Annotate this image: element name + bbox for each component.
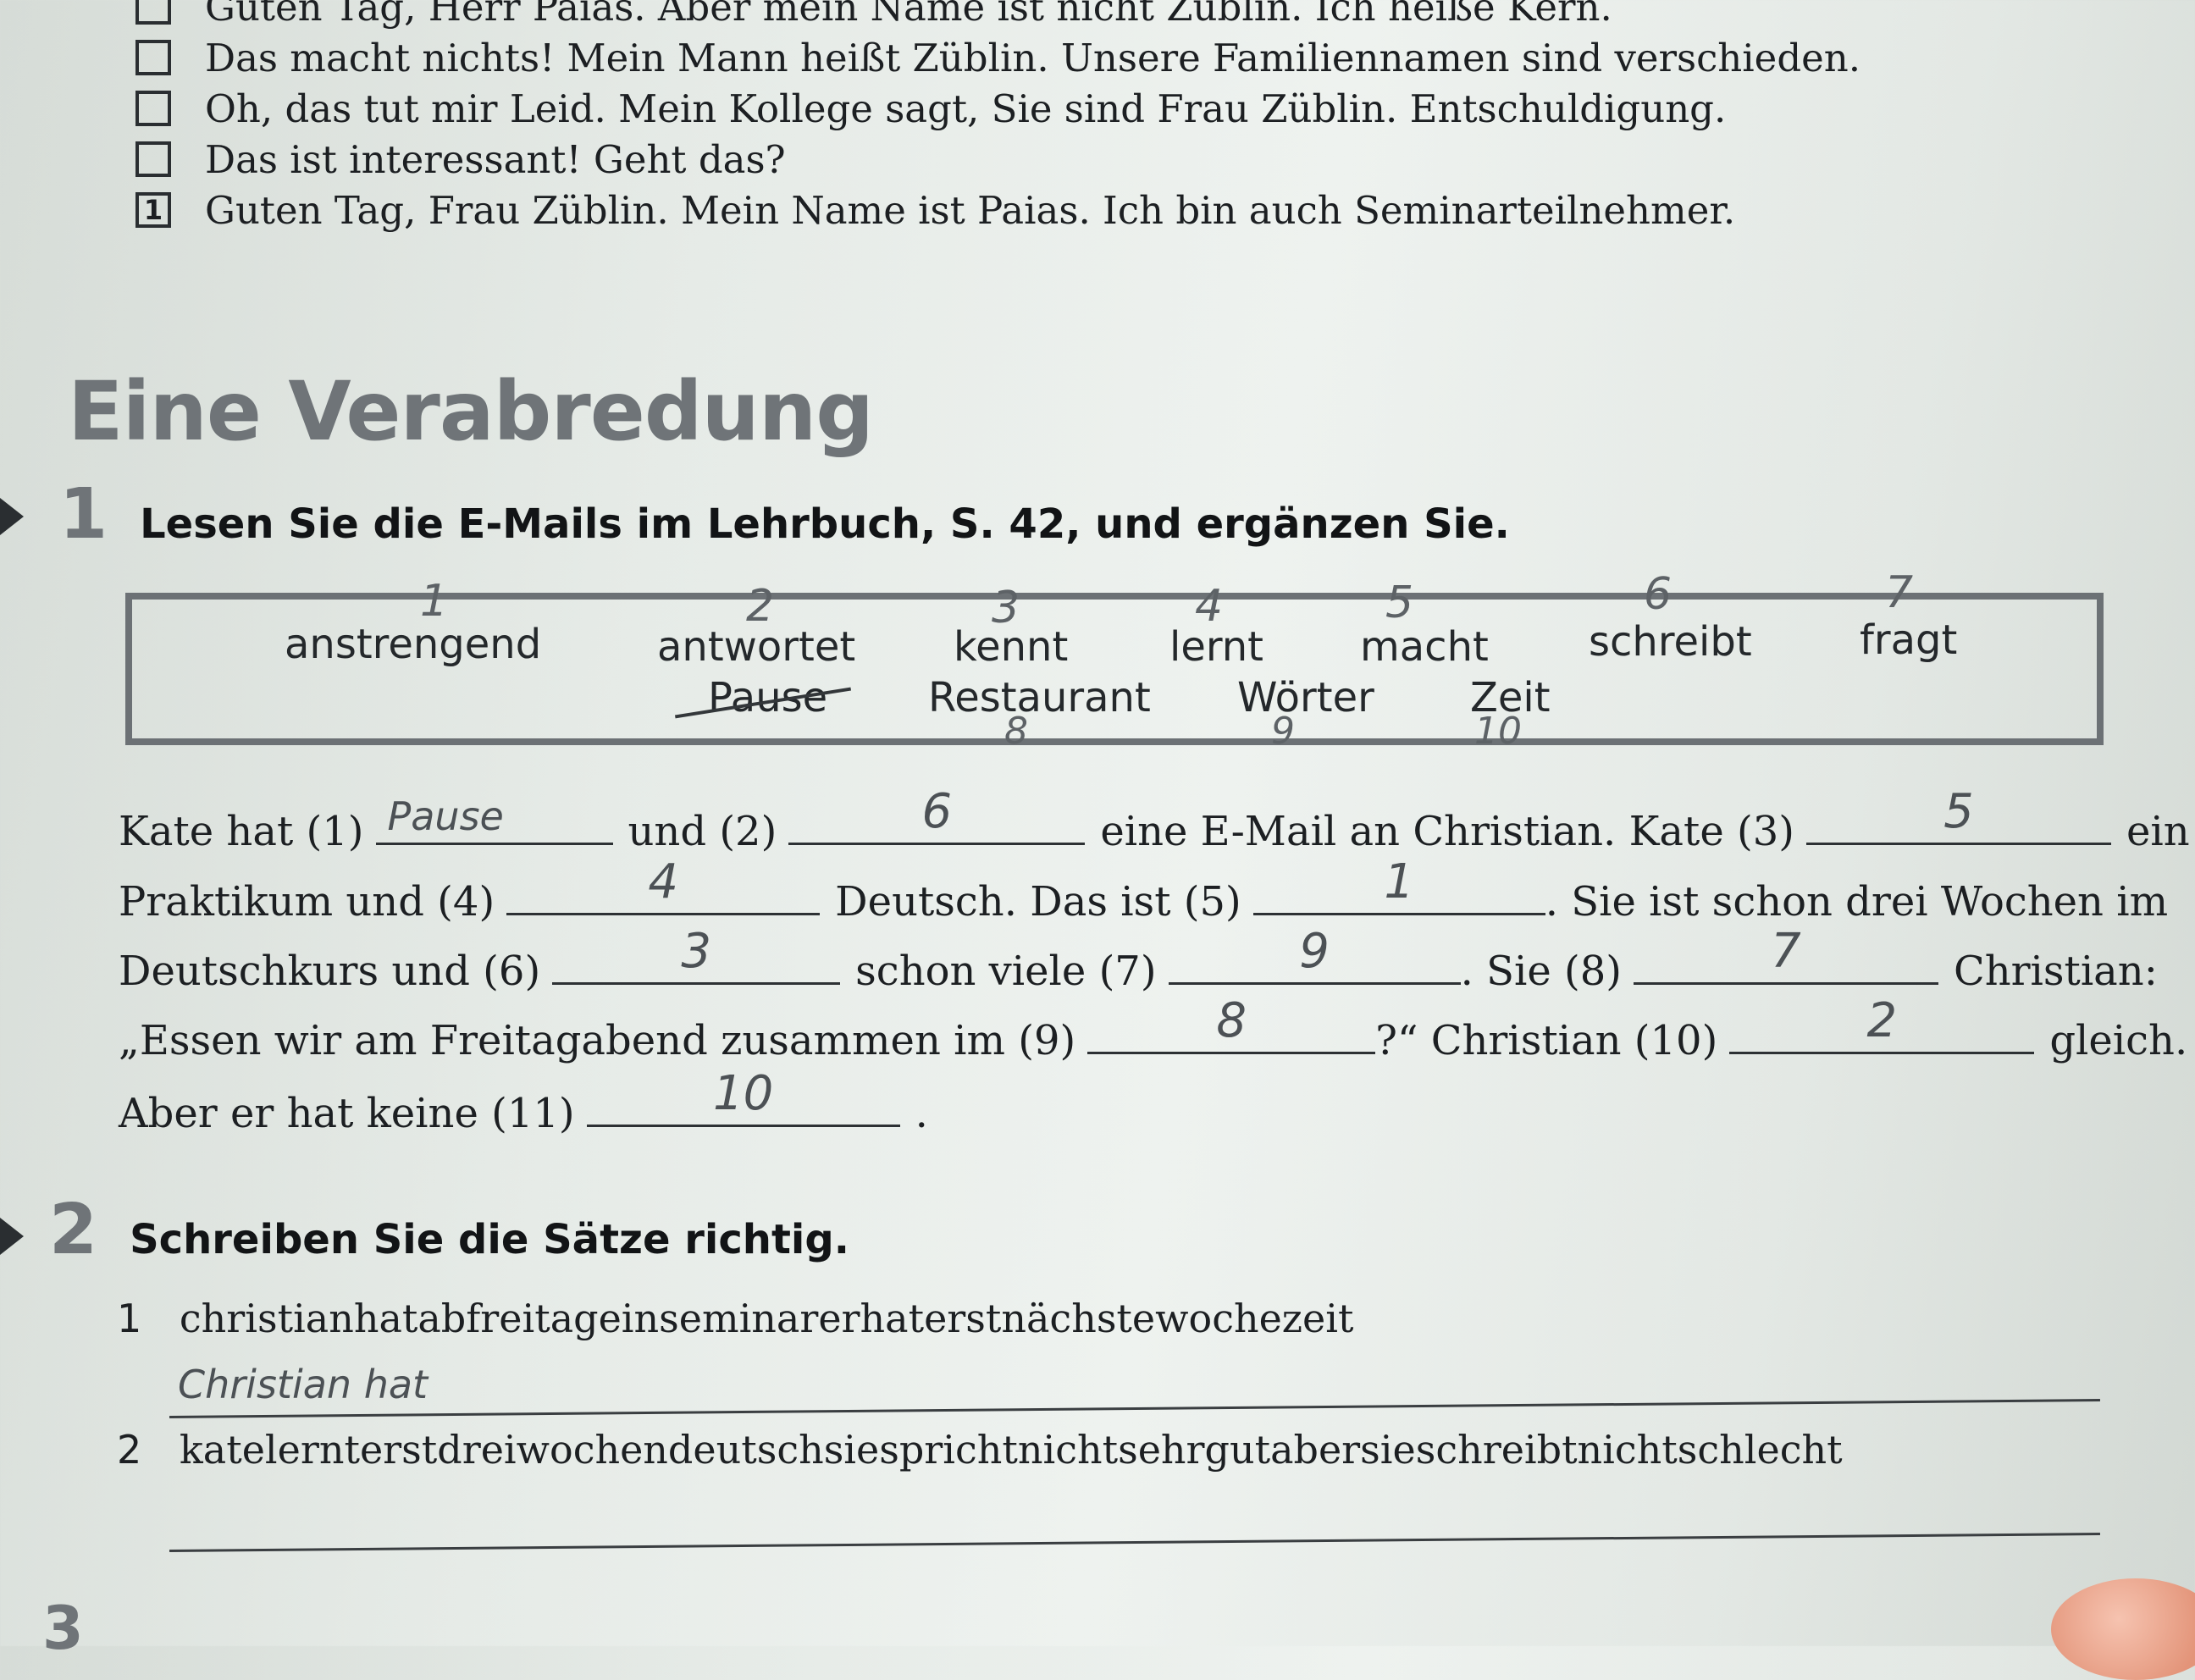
order-checkbox[interactable] [135, 91, 171, 126]
cloze-line: Aber er hat keine (11) 10 . [119, 1066, 928, 1137]
dialogue-text: Das macht nichts! Mein Mann heißt Züblin… [205, 35, 1861, 80]
answer-blank[interactable]: 4 [506, 854, 821, 915]
cloze-text: schon viele (7) [855, 948, 1157, 995]
dialogue-text: Oh, das tut mir Leid. Mein Kollege sagt,… [205, 86, 1727, 131]
dialogue-text: Das ist interessant! Geht das? [205, 136, 786, 182]
exercise-2-header: 2 Schreiben Sie die Sätze richtig. [49, 1190, 849, 1270]
handwritten-answer: Christian hat [178, 1362, 428, 1407]
answer-line[interactable] [169, 1533, 2100, 1552]
handwritten-number: 10 [1474, 710, 1522, 753]
word-option: schreibt [1589, 618, 1752, 666]
word-option-crossed: Pause [708, 674, 828, 721]
word-option: Wörter [1237, 674, 1374, 721]
sentence-item: 1 christianhatabfreitageinseminarerhater… [117, 1296, 1353, 1341]
cloze-text: gleich. [2049, 1017, 2188, 1064]
answer-blank[interactable]: 7 [1633, 924, 1938, 985]
word-option: antwortet [657, 623, 856, 671]
handwritten-number: 8 [1004, 710, 1028, 753]
answer-blank[interactable]: 8 [1087, 993, 1376, 1054]
exercise-instruction: Lesen Sie die E-Mails im Lehrbuch, S. 42… [140, 500, 1510, 548]
dialogue-line: Das ist interessant! Geht das? [135, 134, 1860, 185]
cloze-line: Deutschkurs und (6) 3 schon viele (7) 9 … [119, 924, 2158, 995]
dialogue-line: Das macht nichts! Mein Mann heißt Züblin… [135, 32, 1860, 83]
handwritten-answer: 5 [1943, 784, 1974, 839]
handwritten-answer: 7 [1771, 924, 1801, 979]
sentence-item: 2 katelernterstdreiwochendeutschsiespric… [117, 1427, 1843, 1473]
handwritten-number: 5 [1385, 578, 1414, 628]
cloze-line: „Essen wir am Freitagabend zusammen im (… [119, 993, 2188, 1064]
dialogue-text: Guten Tag, Herr Paias. Aber mein Name is… [205, 0, 1612, 30]
cloze-text: ein [2126, 808, 2190, 855]
cloze-text: . Sie (8) [1460, 948, 1622, 995]
cloze-line: Kate hat (1) Pause und (2) 6 eine E-Mail… [119, 784, 2190, 855]
cloze-text: Christian: [1953, 948, 2158, 995]
word-option: lernt [1169, 623, 1263, 671]
handwritten-answer: 3 [681, 924, 711, 979]
cloze-text: Deutsch. Das ist (5) [835, 878, 1241, 926]
cloze-text: Aber er hat keine (11) [119, 1090, 575, 1137]
word-box: 1 anstrengend 2 antwortet 3 kennt 4 lern… [125, 567, 2104, 753]
finger-image [2051, 1578, 2195, 1680]
order-checkbox[interactable] [135, 40, 171, 75]
exercise-arrow-icon [0, 1218, 24, 1255]
answer-blank[interactable]: 9 [1168, 924, 1461, 985]
answer-blank[interactable]: 2 [1729, 993, 2035, 1054]
cloze-text: und (2) [628, 808, 777, 855]
cloze-text: Kate hat (1) [119, 808, 364, 855]
handwritten-answer: 2 [1866, 993, 1898, 1048]
handwritten-answer: 9 [1299, 924, 1330, 979]
answer-blank[interactable]: 6 [788, 784, 1086, 845]
section-title: Eine Verabredung [68, 364, 874, 459]
answer-blank[interactable]: Pause [375, 793, 613, 845]
answer-blank[interactable]: 3 [552, 924, 841, 985]
cloze-line: Praktikum und (4) 4 Deutsch. Das ist (5)… [119, 854, 2169, 926]
handwritten-answer: 4 [648, 854, 678, 909]
dialogue-line: Oh, das tut mir Leid. Mein Kollege sagt,… [135, 83, 1860, 134]
dialogue-text: Guten Tag, Frau Züblin. Mein Name ist Pa… [205, 187, 1736, 233]
cloze-text: eine E-Mail an Christian. Kate (3) [1100, 808, 1794, 855]
next-exercise-number: 3 [42, 1594, 84, 1663]
exercise-arrow-icon [0, 498, 24, 535]
word-option: fragt [1860, 616, 1958, 664]
handwritten-answer: 6 [921, 784, 953, 839]
handwritten-answer: 10 [713, 1066, 774, 1121]
cloze-text: . [915, 1090, 928, 1137]
exercise-instruction: Schreiben Sie die Sätze richtig. [130, 1216, 849, 1263]
handwritten-answer: Pause [387, 793, 504, 839]
handwritten-number: 7 [1885, 567, 1914, 618]
handwritten-number: 6 [1644, 569, 1673, 620]
word-option: anstrengend [285, 621, 542, 668]
dialogue-line: Guten Tag, Herr Paias. Aber mein Name is… [135, 0, 1860, 32]
word-option: macht [1360, 623, 1489, 671]
workbook-page: Guten Tag, Herr Paias. Aber mein Name is… [0, 0, 2195, 1680]
handwritten-number: 1 [420, 576, 449, 627]
answer-blank[interactable]: 5 [1806, 784, 2111, 845]
answer-blank[interactable]: 1 [1252, 854, 1545, 915]
scrambled-sentence: christianhatabfreitageinseminarerhaterst… [179, 1296, 1354, 1341]
cloze-text: . Sie ist schon drei Wochen im [1545, 878, 2169, 926]
word-option: kennt [954, 623, 1069, 671]
exercise-number: 1 [59, 474, 108, 555]
dialogue-list: Guten Tag, Herr Paias. Aber mein Name is… [135, 0, 1860, 235]
scrambled-sentence: katelernterstdreiwochendeutschsiespricht… [179, 1427, 1843, 1473]
cloze-text: Deutschkurs und (6) [119, 948, 541, 995]
dialogue-line: 1 Guten Tag, Frau Züblin. Mein Name ist … [135, 185, 1860, 235]
answer-line[interactable] [169, 1399, 2100, 1418]
cloze-text: „Essen wir am Freitagabend zusammen im (… [119, 1017, 1076, 1064]
exercise-1-header: 1 Lesen Sie die E-Mails im Lehrbuch, S. … [59, 474, 1510, 555]
item-number: 1 [117, 1296, 142, 1341]
word-option: Restaurant [928, 674, 1151, 721]
cloze-text: Praktikum und (4) [119, 878, 495, 926]
order-checkbox[interactable] [135, 141, 171, 177]
handwritten-number: 9 [1271, 710, 1295, 753]
answer-blank[interactable]: 10 [586, 1066, 900, 1127]
exercise-number: 2 [49, 1190, 98, 1270]
cloze-text: ?“ Christian (10) [1375, 1017, 1718, 1064]
handwritten-answer: 8 [1216, 993, 1247, 1048]
order-checkbox[interactable]: 1 [135, 192, 171, 228]
order-checkbox[interactable] [135, 0, 171, 25]
handwritten-answer: 1 [1384, 854, 1415, 909]
item-number: 2 [117, 1427, 142, 1473]
